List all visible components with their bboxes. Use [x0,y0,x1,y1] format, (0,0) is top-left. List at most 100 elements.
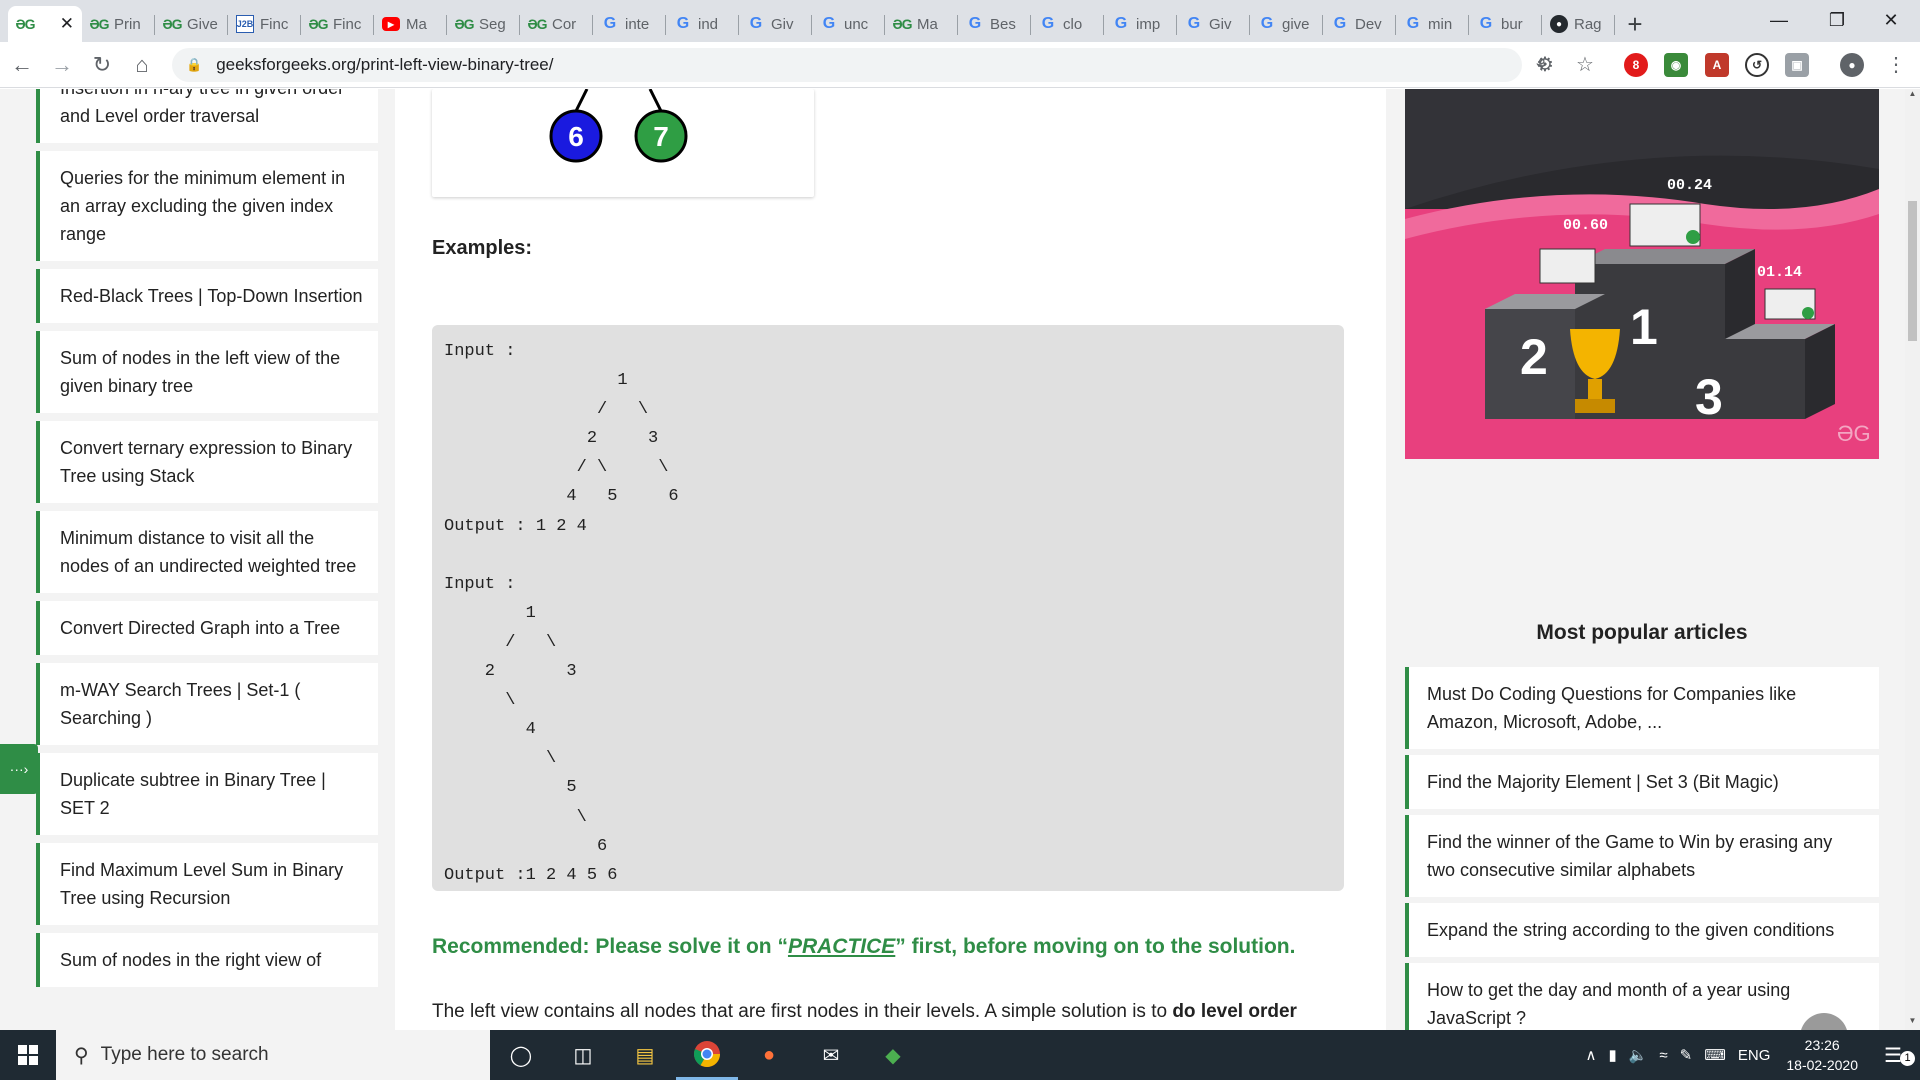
scrollbar-thumb[interactable] [1908,201,1917,341]
extension-pdf-icon[interactable]: A [1705,53,1729,77]
scroll-up-arrow[interactable]: ▲ [1905,89,1920,103]
firefox-icon[interactable]: ● [738,1030,800,1080]
popular-article-link[interactable]: Find the winner of the Game to Win by er… [1405,815,1879,897]
browser-tab[interactable]: Gimp [1104,6,1177,42]
popular-article-link[interactable]: Expand the string according to the given… [1405,903,1879,957]
sidebar-article-link[interactable]: Sum of nodes in the right view of [36,933,378,987]
practice-link[interactable]: PRACTICE [788,935,895,958]
browser-tab[interactable]: ƏG Ma [885,6,958,42]
minimize-button[interactable]: — [1750,0,1808,40]
close-window-button[interactable]: ✕ [1862,0,1920,40]
page-scrollbar[interactable]: ▲ ▼ [1905,89,1920,1030]
left-sidebar: Insertion in n-ary tree in given order a… [0,89,395,1030]
browser-tab[interactable]: G Giv [739,6,812,42]
chrome-icon[interactable] [676,1030,738,1080]
maximize-button[interactable]: ❐ [1808,0,1866,40]
extension-puzzle-icon[interactable]: ⚙ [1536,52,1554,77]
browser-tab[interactable]: Ginte [593,6,666,42]
language-indicator[interactable]: ENG [1738,1047,1771,1064]
volume-icon[interactable]: 🔈 [1629,1046,1648,1064]
file-explorer-icon[interactable]: ▤ [614,1030,676,1080]
browser-tab[interactable]: ▶ Ma [374,6,447,42]
clock[interactable]: 23:26 18-02-2020 [1786,1035,1858,1075]
home-button[interactable]: ⌂ [124,47,160,83]
extension-globe-icon[interactable]: ◉ [1664,53,1688,77]
sidebar-article-link[interactable]: Convert Directed Graph into a Tree [36,601,378,655]
sidebar-article-link[interactable]: m-WAY Search Trees | Set-1 ( Searching ) [36,663,378,745]
mail-icon[interactable]: ✉ [800,1030,862,1080]
tab-title: Giv [771,15,794,33]
sidebar-article-link[interactable]: Find Maximum Level Sum in Binary Tree us… [36,843,378,925]
profile-avatar[interactable]: ● [1840,53,1864,77]
popular-article-link[interactable]: Must Do Coding Questions for Companies l… [1405,667,1879,749]
sidebar-article-link[interactable]: Convert ternary expression to Binary Tre… [36,421,378,503]
scroll-down-arrow[interactable]: ▼ [1905,1016,1920,1030]
g-favicon-icon: G [749,15,763,32]
tab-title: give [1282,15,1310,33]
extension-camera-icon[interactable]: ▣ [1785,53,1809,77]
binary-tree-diagram: 67 [549,89,688,163]
gfg-logo: ƏG [1837,421,1871,446]
browser-tab[interactable]: G Giv [1177,6,1250,42]
advertisement-banner[interactable]: 00.24 00.60 01.14 1 2 3 ƏG [1405,89,1879,459]
git-app-icon[interactable]: ◆ [862,1030,924,1080]
pen-icon[interactable]: ✎ [1680,1046,1693,1064]
show-hidden-icons[interactable]: ∧ [1585,1046,1596,1064]
battery-icon[interactable]: ▮ [1608,1046,1616,1064]
browser-tab[interactable]: ƏG Seg [447,6,520,42]
reload-button[interactable]: ↻ [84,47,120,83]
tab-title: unc [844,15,869,33]
g-favicon-icon: G [1041,15,1055,32]
browser-tab[interactable]: ƏG Finc [301,6,374,42]
sidebar-article-link[interactable]: Red-Black Trees | Top-Down Insertion [36,269,378,323]
bookmark-star-icon[interactable]: ☆ [1576,52,1594,77]
task-view-icon[interactable]: ◫ [552,1030,614,1080]
sidebar-article-link[interactable]: Minimum distance to visit all the nodes … [36,511,378,593]
browser-tab[interactable]: Gbur [1469,6,1542,42]
notification-center-icon[interactable]: ☰ 1 [1884,1043,1920,1068]
sidebar-article-link[interactable]: Insertion in n-ary tree in given order a… [36,89,378,143]
sidebar-toggle-icon[interactable]: ···› [0,744,38,794]
browser-tab[interactable]: J2B Finc [228,6,301,42]
close-tab-icon[interactable]: ✕ [60,14,74,34]
extension-sync-icon[interactable]: ↺ [1745,53,1769,77]
examples-heading: Examples: [432,237,533,259]
search-placeholder: Type here to search [100,1044,269,1065]
extension-red-icon[interactable]: 8 [1624,53,1648,77]
browser-tab[interactable]: ƏG Give [155,6,228,42]
browser-tab[interactable]: Gclo [1031,6,1104,42]
recommend-suffix: ” first, before moving on to the solutio… [895,935,1296,958]
browser-tab[interactable]: G Bes [958,6,1031,42]
start-button[interactable] [0,1030,56,1080]
lock-icon: 🔒 [186,57,203,72]
browser-tab[interactable]: Ggive [1250,6,1323,42]
cortana-icon[interactable]: ◯ [490,1030,552,1080]
url-text: geeksforgeeks.org/print-left-view-binary… [216,55,554,74]
browser-tab[interactable]: ƏG ✕ [8,6,82,42]
sidebar-article-link[interactable]: Sum of nodes in the left view of the giv… [36,331,378,413]
address-bar[interactable]: 🔒 geeksforgeeks.org/print-left-view-bina… [172,48,1549,82]
browser-tab[interactable]: ● Rag [1542,6,1615,42]
new-tab-button[interactable]: + [1615,6,1655,42]
sidebar-article-link[interactable]: Duplicate subtree in Binary Tree | SET 2 [36,753,378,835]
tab-title: Give [187,15,218,33]
browser-tab[interactable]: Gmin [1396,6,1469,42]
browser-tab[interactable]: G Dev [1323,6,1396,42]
browser-tab[interactable]: ƏG Cor [520,6,593,42]
menu-kebab-icon[interactable]: ⋮ [1886,52,1906,77]
browser-tab[interactable]: ƏG Prin [82,6,155,42]
sidebar-article-link[interactable]: Queries for the minimum element in an ar… [36,151,378,261]
browser-tab[interactable]: Gunc [812,6,885,42]
popular-articles-list: Must Do Coding Questions for Companies l… [1405,667,1879,1030]
taskbar-search[interactable]: ⚲ Type here to search [56,1030,490,1080]
popular-article-link[interactable]: Find the Majority Element | Set 3 (Bit M… [1405,755,1879,809]
rank-label: 1 [1630,299,1658,355]
forward-button[interactable]: → [44,47,80,83]
wifi-icon[interactable]: ≈ [1659,1047,1667,1064]
back-button[interactable]: ← [4,47,40,83]
keyboard-icon[interactable]: ⌨ [1704,1046,1726,1064]
browser-tab[interactable]: Gind [666,6,739,42]
gfg-favicon-icon: ƏG [15,16,35,32]
tab-title: imp [1136,15,1161,33]
paragraph-bold: do level order [1172,1001,1297,1022]
